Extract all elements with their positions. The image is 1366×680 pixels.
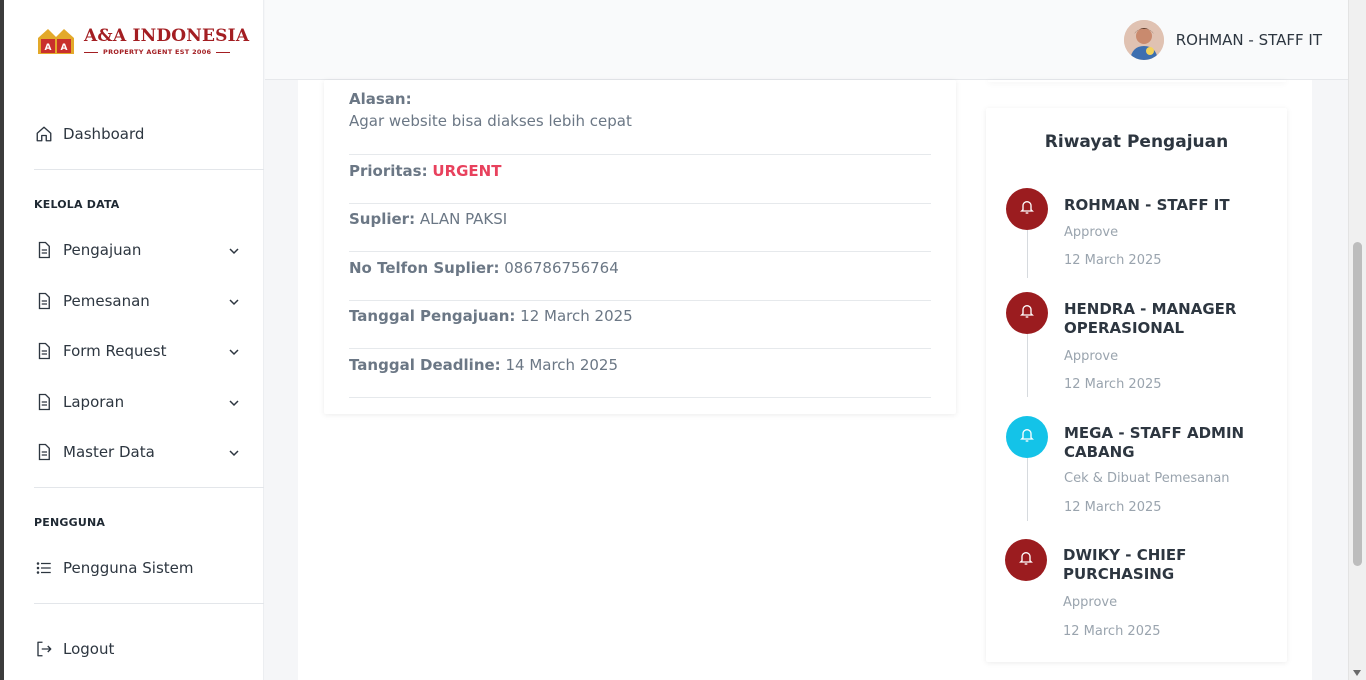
field-supplier-phone: No Telfon Suplier: 086786756764 <box>349 252 931 301</box>
field-deadline-date: Tanggal Deadline: 14 March 2025 <box>349 349 931 398</box>
sidebar-item-dashboard[interactable]: Dashboard <box>34 122 244 146</box>
timeline-date: 12 March 2025 <box>1063 624 1161 639</box>
history-title: Riwayat Pengajuan <box>1044 132 1229 152</box>
avatar[interactable] <box>1123 20 1164 60</box>
supplier-value: ALAN PAKSI <box>419 210 508 228</box>
request-detail-card: Alasan: Agar website bisa diakses lebih … <box>324 80 956 414</box>
field-reason: Alasan: Agar website bisa diakses lebih … <box>349 88 931 155</box>
submitted-value: 12 March 2025 <box>520 307 633 325</box>
timeline-name: MEGA - STAFF ADMIN CABANG <box>1064 424 1245 461</box>
sidebar-item-label: Logout <box>63 640 115 658</box>
field-priority: Prioritas: URGENT <box>349 155 931 204</box>
document-icon <box>34 341 54 361</box>
priority-label: Prioritas: <box>349 162 428 180</box>
sidebar-item-label: Form Request <box>63 342 167 360</box>
chevron-down-icon[interactable] <box>228 344 240 362</box>
reason-value: Agar website bisa diakses lebih cepat <box>349 112 632 130</box>
timeline-dot <box>1006 292 1048 334</box>
scrollbar-thumb[interactable] <box>1353 242 1362 566</box>
sidebar-divider <box>34 603 264 604</box>
timeline-date: 12 March 2025 <box>1064 500 1162 515</box>
sidebar-item-label: Master Data <box>63 443 155 461</box>
sidebar-item-laporan[interactable]: Laporan <box>34 390 244 414</box>
user-menu[interactable]: ROHMAN - STAFF IT <box>1123 20 1322 60</box>
chevron-down-icon[interactable] <box>228 294 240 312</box>
field-submitted-date: Tanggal Pengajuan: 12 March 2025 <box>349 301 931 349</box>
timeline-status: Approve <box>1064 225 1119 240</box>
document-icon <box>34 442 54 462</box>
deadline-label: Tanggal Deadline: <box>349 356 501 374</box>
logout-icon <box>34 639 54 659</box>
brand-subtitle: PROPERTY AGENT EST 2006 <box>103 48 212 56</box>
timeline-dot <box>1006 416 1048 458</box>
submitted-label: Tanggal Pengajuan: <box>349 307 516 325</box>
document-icon <box>34 240 54 260</box>
sidebar-item-label: Dashboard <box>63 125 145 143</box>
bell-icon <box>1019 199 1035 219</box>
deadline-value: 14 March 2025 <box>505 356 618 374</box>
brand-logo[interactable]: A A A&A INDONESIA PROPERTY AGENT EST 200… <box>36 26 249 56</box>
brand-logo-icon: A A <box>36 26 76 56</box>
brand-title: A&A INDONESIA <box>84 26 250 46</box>
chevron-down-icon[interactable] <box>228 243 240 261</box>
timeline-line <box>1027 458 1028 521</box>
panel-edge <box>988 80 1286 82</box>
sidebar-divider <box>34 169 264 170</box>
svg-text:A: A <box>61 43 68 53</box>
phone-label: No Telfon Suplier: <box>349 259 500 277</box>
timeline-status: Approve <box>1063 595 1118 610</box>
page-scrollbar[interactable] <box>1348 0 1366 680</box>
sidebar-item-logout[interactable]: Logout <box>34 637 244 661</box>
sidebar-item-label: Pemesanan <box>63 292 150 310</box>
home-icon <box>34 124 54 144</box>
document-icon <box>34 291 54 311</box>
timeline-status: Approve <box>1064 349 1119 364</box>
list-icon <box>34 558 54 578</box>
document-icon <box>34 392 54 412</box>
timeline-line <box>1027 334 1028 397</box>
user-name: ROHMAN - STAFF IT <box>1175 31 1322 49</box>
phone-value: 086786756764 <box>504 259 619 277</box>
chevron-down-icon[interactable] <box>228 445 240 463</box>
reason-label: Alasan: <box>349 90 412 108</box>
topbar: ROHMAN - STAFF IT <box>265 0 1348 80</box>
scroll-down-arrow-icon[interactable] <box>1353 670 1361 676</box>
bell-icon <box>1019 427 1035 447</box>
svg-text:A: A <box>45 43 52 53</box>
timeline-dot <box>1006 188 1048 230</box>
priority-value: URGENT <box>432 162 502 180</box>
sidebar-item-label: Laporan <box>63 393 125 411</box>
timeline-date: 12 March 2025 <box>1064 253 1162 268</box>
timeline-name: ROHMAN - STAFF IT <box>1064 196 1230 214</box>
timeline-date: 12 March 2025 <box>1064 377 1162 392</box>
timeline-name: HENDRA - MANAGER OPERASIONAL <box>1064 300 1237 337</box>
chevron-down-icon[interactable] <box>228 395 240 413</box>
sidebar-item-label: Pengguna Sistem <box>63 559 194 577</box>
timeline-name: DWIKY - CHIEF PURCHASING <box>1063 546 1187 583</box>
supplier-label: Suplier: <box>349 210 416 228</box>
sidebar-item-pemesanan[interactable]: Pemesanan <box>34 289 244 313</box>
sidebar-item-form-request[interactable]: Form Request <box>34 339 244 363</box>
bell-icon <box>1018 550 1034 570</box>
sidebar-item-master-data[interactable]: Master Data <box>34 440 244 464</box>
sidebar-item-label: Pengajuan <box>63 241 142 259</box>
sidebar-item-pengajuan[interactable]: Pengajuan <box>34 238 244 262</box>
sidebar-item-pengguna-sistem[interactable]: Pengguna Sistem <box>34 556 244 580</box>
field-supplier: Suplier: ALAN PAKSI <box>349 204 931 252</box>
timeline-status: Cek & Dibuat Pemesanan <box>1064 471 1230 486</box>
timeline-line <box>1027 230 1028 278</box>
history-panel: Riwayat Pengajuan ROHMAN - STAFF IT Appr… <box>986 108 1287 662</box>
timeline-dot <box>1005 539 1047 581</box>
section-label-kelola-data: KELOLA DATA <box>34 198 120 211</box>
sidebar: A A A&A INDONESIA PROPERTY AGENT EST 200… <box>4 0 264 680</box>
section-label-pengguna: PENGGUNA <box>34 516 106 529</box>
sidebar-divider <box>34 487 264 488</box>
bell-icon <box>1019 303 1035 323</box>
